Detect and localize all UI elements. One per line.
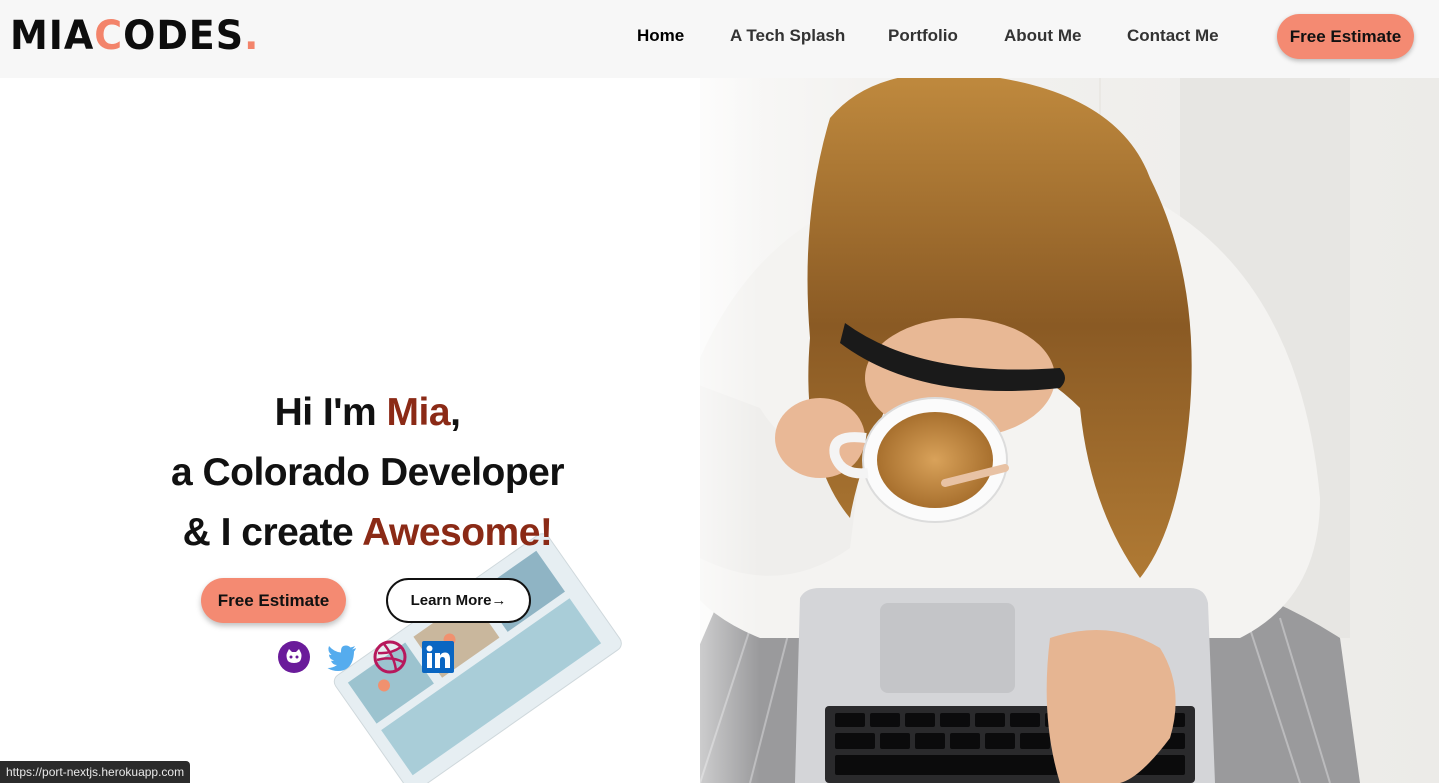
site-logo[interactable]: MIACODES. [10,12,259,60]
headline-line-3: & I create Awesome! [182,511,553,554]
logo-text-2: ODES [123,13,245,59]
logo-dot: . [244,13,260,59]
awesome-highlight: Awesome! [362,511,553,554]
dribbble-icon[interactable] [373,640,407,674]
logo-accent-letter: C [94,13,124,59]
twitter-icon[interactable] [325,640,359,674]
logo-text-1: MIA [10,13,95,59]
nav-about-me[interactable]: About Me [1004,24,1081,48]
hero-section: Hi I'm Mia, a Colorado Developer & I cre… [0,78,1439,783]
arrow-right-icon: → [491,592,507,609]
nav-home[interactable]: Home [637,24,684,48]
linkedin-icon[interactable] [421,640,455,674]
headline-line-1: Hi I'm Mia, [274,391,461,434]
learn-more-button[interactable]: Learn More→ [386,578,531,623]
header-free-estimate-button[interactable]: Free Estimate [1277,14,1414,59]
browser-status-bar: https://port-nextjs.herokuapp.com [0,761,191,783]
hero-headline: Hi I'm Mia, a Colorado Developer & I cre… [110,383,625,563]
nav-contact-me[interactable]: Contact Me [1127,24,1219,48]
github-icon[interactable] [277,640,311,674]
hero-free-estimate-button[interactable]: Free Estimate [201,578,346,623]
site-header: MIACODES. Home A Tech Splash Portfolio A… [0,0,1439,78]
nav-portfolio[interactable]: Portfolio [888,24,958,48]
name-highlight: Mia [386,391,451,434]
headline-line-2: a Colorado Developer [170,451,565,494]
nav-tech-splash[interactable]: A Tech Splash [730,24,845,48]
